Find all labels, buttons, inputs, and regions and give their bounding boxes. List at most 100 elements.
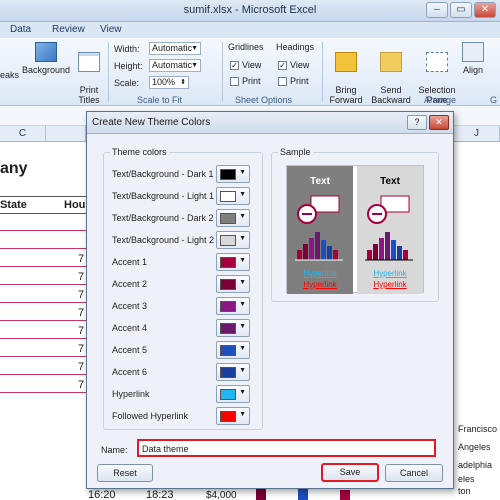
chart-legend-item: Angeles: [458, 442, 491, 452]
maximize-button[interactable]: ▭: [450, 2, 472, 18]
gridlines-print-row: Print: [230, 76, 261, 86]
tab-view[interactable]: View: [100, 24, 122, 35]
column-header-j[interactable]: J: [454, 126, 500, 142]
color-swatch: [220, 279, 236, 290]
print-titles-button[interactable]: Print Titles: [74, 42, 104, 105]
group-label-fragment: G: [490, 95, 498, 105]
sample-followed-dark: Hyperlink: [303, 280, 337, 289]
color-swatch: [220, 323, 236, 334]
scale-label: Scale:: [114, 77, 140, 88]
theme-color-label: Accent 5: [112, 345, 148, 355]
chevron-down-icon: ▼: [239, 235, 246, 242]
theme-name-input[interactable]: Data theme: [137, 439, 436, 457]
color-swatch: [220, 235, 236, 246]
theme-color-label: Text/Background - Light 2: [112, 235, 215, 245]
cell-value: 18:23: [146, 489, 174, 500]
ribbon-separator: [108, 42, 109, 102]
chevron-down-icon: ▼: [239, 301, 246, 308]
cell-value: 7: [78, 253, 85, 265]
chevron-down-icon: ▼: [239, 367, 246, 374]
sample-followed-light: Hyperlink: [373, 280, 407, 289]
theme-color-row-light-1: Text/Background - Light 1 ▼: [112, 187, 256, 207]
help-button[interactable]: ?: [407, 115, 427, 130]
row-line: [0, 392, 86, 393]
reset-button[interactable]: Reset: [97, 464, 153, 482]
align-button[interactable]: Align: [460, 42, 486, 75]
breaks-button[interactable]: eaks: [0, 70, 19, 80]
headings-print-row: Print: [278, 76, 309, 86]
color-picker-dark-1[interactable]: ▼: [216, 165, 250, 183]
tab-review[interactable]: Review: [52, 24, 85, 35]
color-picker-accent-3[interactable]: ▼: [216, 297, 250, 315]
width-combo[interactable]: Automatic ▼: [149, 42, 201, 55]
chevron-down-icon: ▼: [239, 389, 246, 396]
row-line: [0, 338, 86, 339]
row-line: [0, 374, 86, 375]
color-picker-followed-hyperlink[interactable]: ▼: [216, 407, 250, 425]
cell-value: 7: [78, 379, 85, 391]
name-label: Name:: [101, 445, 128, 455]
sample-text-dark: Text: [310, 176, 330, 187]
headings-view-row: ✓ View: [278, 60, 310, 70]
theme-colors-label: Theme colors: [110, 147, 169, 157]
cell-value: $4,000: [206, 490, 237, 500]
color-picker-light-1[interactable]: ▼: [216, 187, 250, 205]
ribbon-tabs: Data Review View: [0, 22, 500, 38]
theme-color-label: Accent 3: [112, 301, 148, 311]
theme-color-label: Hyperlink: [112, 389, 150, 399]
color-picker-hyperlink[interactable]: ▼: [216, 385, 250, 403]
theme-color-label: Text/Background - Dark 2: [112, 213, 214, 223]
bring-forward-icon: [335, 52, 357, 72]
color-picker-accent-4[interactable]: ▼: [216, 319, 250, 337]
create-theme-colors-dialog: Create New Theme Colors ? ✕ Theme colors…: [86, 111, 454, 489]
theme-color-row-dark-2: Text/Background - Dark 2 ▼: [112, 209, 256, 229]
color-swatch: [220, 191, 236, 202]
theme-color-label: Text/Background - Dark 1: [112, 169, 214, 179]
theme-color-label: Accent 6: [112, 367, 148, 377]
color-picker-light-2[interactable]: ▼: [216, 231, 250, 249]
headings-view-checkbox[interactable]: ✓: [278, 60, 287, 70]
gridlines-print-checkbox[interactable]: [230, 76, 239, 86]
theme-color-label: Accent 1: [112, 257, 148, 267]
column-header-c[interactable]: C: [0, 126, 46, 142]
theme-color-label: Followed Hyperlink: [112, 411, 189, 421]
scale-spinner[interactable]: 100% ⬍: [149, 76, 189, 89]
bring-forward-button[interactable]: Bring Forward: [326, 42, 366, 105]
cell-value: 7: [78, 289, 85, 301]
theme-color-row-accent-2: Accent 2 ▼: [112, 275, 256, 295]
theme-color-row-accent-1: Accent 1 ▼: [112, 253, 256, 273]
chart-legend-item: ton: [458, 486, 471, 496]
gridlines-view-checkbox[interactable]: ✓: [230, 60, 239, 70]
selection-pane-icon: [426, 52, 448, 72]
background-button[interactable]: Background: [18, 42, 74, 75]
cell-value: 16:20: [88, 489, 116, 500]
color-picker-accent-6[interactable]: ▼: [216, 363, 250, 381]
dialog-close-button[interactable]: ✕: [429, 115, 449, 130]
company-title-fragment: any: [0, 160, 28, 177]
minimize-button[interactable]: –: [426, 2, 448, 18]
send-backward-button[interactable]: Send Backward: [368, 42, 414, 105]
dialog-title: Create New Theme Colors: [92, 117, 211, 128]
chevron-down-icon: ▼: [239, 213, 246, 220]
close-window-button[interactable]: ✕: [474, 2, 496, 18]
gridlines-view-row: ✓ View: [230, 60, 262, 70]
row-line: [0, 248, 86, 249]
theme-color-row-dark-1: Text/Background - Dark 1 ▼: [112, 165, 256, 185]
sheet-options-group-label: Sheet Options: [235, 95, 293, 105]
color-picker-accent-1[interactable]: ▼: [216, 253, 250, 271]
save-button[interactable]: Save: [321, 463, 379, 482]
sample-shapes-dark-icon: [295, 195, 343, 261]
color-picker-accent-2[interactable]: ▼: [216, 275, 250, 293]
row-line: [0, 356, 86, 357]
column-header-d[interactable]: [46, 126, 86, 142]
color-picker-dark-2[interactable]: ▼: [216, 209, 250, 227]
color-picker-accent-5[interactable]: ▼: [216, 341, 250, 359]
row-line: [0, 284, 86, 285]
headings-print-checkbox[interactable]: [278, 76, 287, 86]
chevron-down-icon: ▼: [191, 45, 198, 52]
tab-data[interactable]: Data: [10, 24, 31, 35]
height-combo[interactable]: Automatic ▼: [149, 59, 201, 72]
chart-legend-item: eles: [458, 474, 475, 484]
cancel-button[interactable]: Cancel: [385, 464, 443, 482]
chevron-down-icon: ▼: [239, 191, 246, 198]
